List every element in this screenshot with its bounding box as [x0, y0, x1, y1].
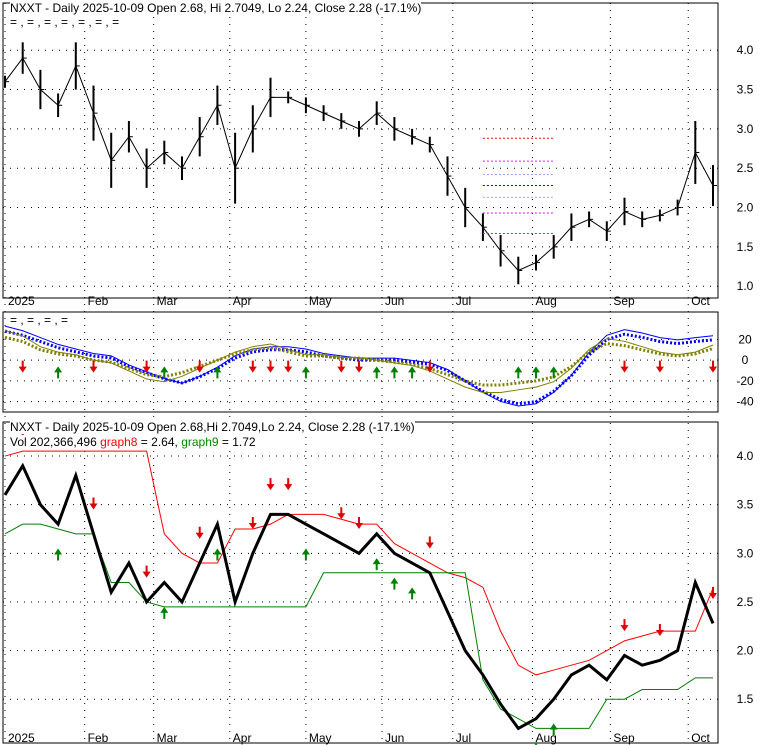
- x-tick-label: Sep: [613, 731, 635, 745]
- down-arrow-icon: [248, 360, 257, 373]
- fib-legend: = , = , = , = , = , = , =: [10, 15, 120, 29]
- down-arrow-icon: [284, 478, 293, 491]
- x-tick-label: May: [309, 731, 332, 745]
- down-arrow-icon: [142, 565, 151, 578]
- y-tick-label: 2.5: [737, 161, 754, 175]
- x-tick-label: Jul: [456, 731, 471, 745]
- y-tick-label: 4.0: [737, 43, 754, 57]
- volume-label: Vol 202,366,496: [10, 435, 97, 449]
- down-arrow-icon: [620, 619, 629, 632]
- up-arrow-icon: [408, 366, 417, 379]
- x-tick-label: Jun: [385, 731, 404, 745]
- up-arrow-icon: [390, 366, 399, 379]
- up-arrow-icon: [514, 366, 523, 379]
- x-tick-label: Mar: [157, 731, 178, 745]
- y-tick-label: 4.0: [737, 449, 754, 463]
- down-arrow-icon: [89, 497, 98, 510]
- y-tick-label: 3.0: [737, 122, 754, 136]
- down-arrow-icon: [195, 526, 204, 539]
- down-arrow-icon: [337, 507, 346, 520]
- x-tick-label: Aug: [535, 294, 556, 308]
- up-arrow-icon: [301, 548, 310, 561]
- up-arrow-icon: [372, 558, 381, 571]
- volume-legend: Vol 202,366,496 graph8 = 2.64, graph9 = …: [10, 435, 256, 449]
- down-arrow-icon: [284, 360, 293, 373]
- up-arrow-icon: [54, 366, 63, 379]
- x-tick-label: Sep: [613, 294, 635, 308]
- x-tick-label: Apr: [233, 294, 252, 308]
- x-tick-label: May: [309, 294, 332, 308]
- down-arrow-icon: [89, 360, 98, 373]
- y-tick-label: 1.5: [737, 692, 754, 706]
- up-arrow-icon: [301, 366, 310, 379]
- y-tick-label: 1.5: [737, 240, 754, 254]
- down-arrow-icon: [655, 624, 664, 636]
- x-tick-label: Feb: [88, 731, 109, 745]
- down-arrow-icon: [195, 360, 204, 373]
- y-tick-label: 3.5: [737, 83, 754, 97]
- y-tick-label: 1.0: [737, 279, 754, 293]
- y-tick-label: 2.0: [737, 644, 754, 658]
- graph8-label: graph8: [100, 435, 138, 449]
- up-arrow-icon: [160, 606, 169, 619]
- down-arrow-icon: [248, 517, 257, 529]
- x-tick-label: Feb: [88, 294, 109, 308]
- down-arrow-icon: [337, 360, 346, 373]
- up-arrow-icon: [54, 548, 63, 561]
- down-arrow-icon: [355, 360, 363, 373]
- price-panel-title: NXXT - Daily 2025-10-09 Open 2.68, Hi 2.…: [10, 1, 422, 15]
- x-tick-label: Apr: [233, 731, 252, 745]
- y-tick-label: 0: [742, 353, 749, 367]
- price-line-bottom: [3, 462, 715, 731]
- y-tick-label: 3.0: [737, 546, 754, 560]
- x-tick-label: Oct: [691, 294, 710, 308]
- x-tick-label: Jul: [456, 294, 471, 308]
- down-arrow-icon: [266, 478, 275, 491]
- y-tick-label: -20: [736, 374, 754, 388]
- down-arrow-icon: [709, 587, 717, 600]
- down-arrow-icon: [620, 360, 629, 373]
- y-tick-label: 3.5: [737, 498, 754, 512]
- up-arrow-icon: [160, 366, 169, 379]
- down-arrow-icon: [18, 360, 27, 373]
- graph9-value: 1.72: [232, 435, 256, 449]
- up-arrow-icon: [372, 366, 381, 379]
- x-tick-label: 2025: [8, 731, 35, 745]
- down-arrow-icon: [709, 360, 717, 373]
- x-tick-label: Jun: [385, 294, 404, 308]
- chart-canvas: 1.0 1.5 2.0 2.5 3.0 3.5 4.0 20 0 -20 -40 1.5 2.0 2.5 3…: [2, 2, 754, 745]
- y-tick-label: 20: [738, 332, 752, 346]
- graph8-line: [4, 450, 714, 676]
- x-tick-label: 2025: [8, 294, 35, 308]
- y-tick-label: 2.0: [737, 201, 754, 215]
- graph9-label: graph9: [181, 435, 219, 449]
- y-tick-label: 2.5: [737, 595, 754, 609]
- down-arrow-icon: [266, 360, 275, 373]
- down-arrow-icon: [355, 517, 363, 529]
- down-arrow-icon: [425, 536, 434, 549]
- graph8-value: 2.64: [151, 435, 175, 449]
- panel-frame: [2, 421, 719, 744]
- up-arrow-icon: [408, 587, 417, 600]
- bottom-panel-title: NXXT - Daily 2025-10-09 Open 2.68,Hi 2.7…: [10, 420, 415, 434]
- x-tick-label: Oct: [691, 731, 710, 745]
- down-arrow-icon: [655, 360, 664, 373]
- oscillator-legend: = , = , = , =: [10, 313, 69, 327]
- up-arrow-icon: [390, 577, 399, 590]
- stock-chart: 1.0 1.5 2.0 2.5 3.0 3.5 4.0 20 0 -20 -40 1.5 2.0 2.5 3…: [0, 0, 780, 745]
- x-tick-label: Mar: [157, 294, 178, 308]
- up-arrow-icon: [532, 366, 540, 379]
- y-tick-label: -40: [736, 395, 754, 409]
